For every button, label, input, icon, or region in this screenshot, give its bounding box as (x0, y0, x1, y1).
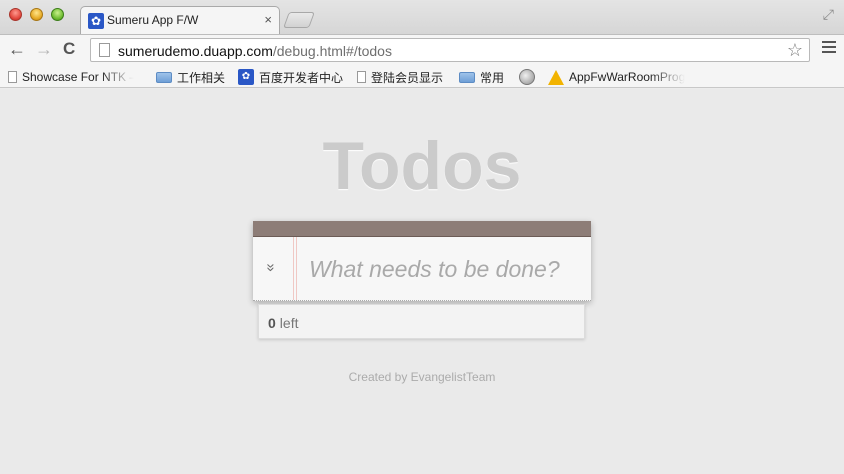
window-titlebar: ✿ Sumeru App F/W × ⤢ (0, 0, 844, 34)
browser-tab[interactable]: ✿ Sumeru App F/W × (80, 6, 280, 34)
tab-close-icon[interactable]: × (264, 12, 272, 27)
page-content: Todos » 0left Created by EvangelistTeam (0, 89, 844, 474)
forward-icon[interactable]: → (35, 39, 53, 59)
margin-line (293, 237, 294, 300)
reload-icon[interactable]: C (63, 39, 75, 59)
bookmark-folder-common[interactable]: 常用 (459, 69, 504, 85)
bookmark-label: AppFwWarRoomProg (569, 70, 685, 84)
paw-icon: ✿ (238, 69, 254, 85)
page-icon (99, 43, 110, 57)
bookmark-label: 登陆会员显示 (371, 70, 444, 85)
todo-header-bar (253, 221, 591, 237)
todo-input-row: » (253, 237, 591, 301)
address-bar[interactable]: sumerudemo.duapp.com/debug.html#/todos ☆ (90, 38, 810, 62)
browser-toolbar: ← → C sumerudemo.duapp.com/debug.html#/t… (0, 34, 844, 64)
todo-count-number: 0 (268, 315, 276, 331)
new-todo-input[interactable] (309, 251, 581, 287)
todo-footer: 0 left (258, 304, 585, 339)
tab-title: Sumeru App F/W (107, 13, 199, 27)
new-tab-button[interactable] (283, 12, 315, 28)
folder-icon (156, 71, 172, 83)
url-text[interactable]: sumerudemo.duapp.com/debug.html#/todos (118, 43, 392, 59)
bookmark-appfw-warroom[interactable]: AppFwWarRoomProg (548, 69, 685, 85)
toggle-all-icon[interactable]: » (263, 259, 280, 275)
todo-count: 0 left (268, 315, 298, 331)
page-icon (357, 71, 366, 83)
paw-icon: ✿ (88, 13, 104, 29)
url-host: sumerudemo.duapp.com (118, 43, 273, 59)
bookmark-label: Showcase For NTK – (22, 70, 134, 84)
back-icon[interactable]: ← (8, 39, 26, 59)
url-path: /debug.html#/todos (272, 43, 392, 59)
zoom-window-button[interactable] (51, 8, 64, 21)
bookmark-member-login[interactable]: 登陆会员显示 (357, 69, 443, 85)
close-window-button[interactable] (9, 8, 22, 21)
margin-line (296, 237, 297, 300)
bookmark-showcase[interactable]: Showcase For NTK – (8, 69, 134, 85)
bookmark-label: 百度开发者中心 (259, 70, 344, 85)
page-icon (8, 71, 17, 83)
bookmark-star-icon[interactable]: ☆ (787, 40, 803, 61)
minimize-window-button[interactable] (30, 8, 43, 21)
todo-app-panel: » (253, 221, 591, 301)
bookmarks-bar: Showcase For NTK – 工作相关 ✿ 百度开发者中心 登陆会员显示… (0, 64, 844, 88)
menu-icon[interactable] (822, 41, 836, 56)
folder-icon (459, 71, 475, 83)
credits-text: Created by EvangelistTeam (348, 370, 496, 384)
todo-count-label: left (279, 315, 299, 331)
bookmark-folder-work[interactable]: 工作相关 (156, 69, 225, 85)
bookmark-label: 工作相关 (177, 70, 226, 85)
globe-icon (519, 69, 535, 85)
cone-icon (548, 69, 564, 85)
bookmark-globe[interactable] (519, 69, 540, 85)
chevron-down-icon: » (262, 263, 280, 271)
fullscreen-icon[interactable]: ⤢ (823, 6, 834, 23)
bookmark-baidu-dev[interactable]: ✿ 百度开发者中心 (238, 69, 343, 85)
bookmark-label: 常用 (480, 70, 505, 85)
page-title: Todos (322, 128, 522, 204)
